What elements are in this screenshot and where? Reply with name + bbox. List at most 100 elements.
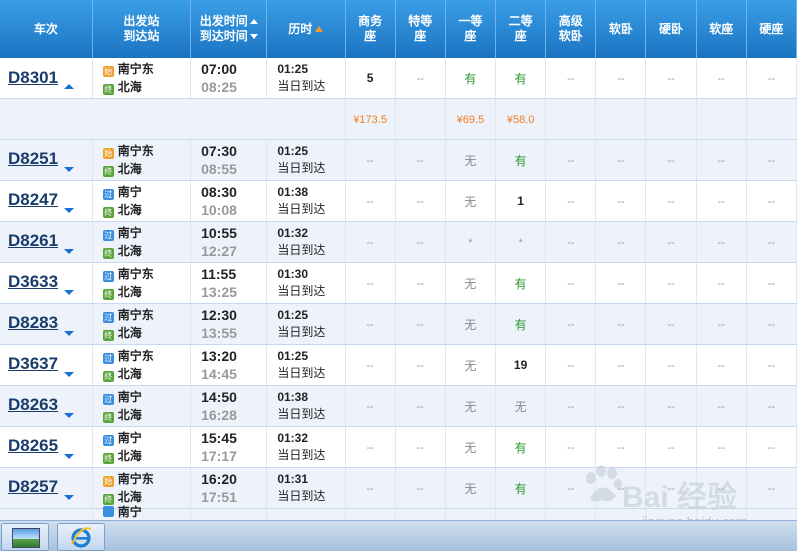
seat-availability-cell[interactable]: 有 — [495, 262, 547, 304]
seat-availability: -- — [567, 401, 575, 413]
seat-availability-cell[interactable]: 1 — [495, 180, 547, 222]
seat-availability: -- — [717, 237, 725, 249]
to-station: 终北海 — [102, 406, 190, 424]
seat-availability-cell: 无 — [445, 262, 497, 304]
header-seat-4: 高级软卧 — [545, 0, 597, 58]
table-row[interactable]: D8251 始南宁东终北海 07:30 08:55 01:25 当日到达 -- -- 无 有 -- -… — [0, 139, 797, 181]
seat-availability-cell[interactable]: 有 — [495, 139, 547, 181]
seat-availability-cell: -- — [696, 262, 747, 304]
table-row[interactable]: D8263 过南宁终北海 14:50 16:28 01:38 当日到达 -- -- 无 无 -- --… — [0, 385, 797, 427]
seat-availability: -- — [567, 73, 575, 85]
table-row[interactable]: D3633 过南宁东终北海 11:55 13:25 01:30 当日到达 -- -- 无 有 -- -… — [0, 262, 797, 304]
train-cell: D8283 — [0, 303, 93, 345]
train-number-link[interactable]: D3637 — [8, 354, 58, 373]
seat-availability-cell[interactable]: 有 — [495, 467, 547, 509]
ie-taskbar-button[interactable] — [57, 523, 105, 551]
train-cell: D8265 — [0, 426, 93, 468]
seat-availability-cell: -- — [395, 221, 446, 263]
table-row[interactable]: D8261 过南宁终北海 10:55 12:27 01:32 当日到达 -- -- * * -- --… — [0, 221, 797, 263]
seat-availability-cell: 无 — [445, 426, 497, 468]
table-row[interactable]: D8301 始南宁东终北海 07:00 08:25 01:25 当日到达 5 -- 有 有 -- --… — [0, 58, 797, 99]
seat-availability-cell: -- — [746, 467, 797, 509]
seat-availability-cell: -- — [746, 303, 797, 345]
collapse-arrow-icon[interactable] — [64, 83, 75, 89]
table-row[interactable]: D8247 过南宁终北海 08:30 10:08 01:38 当日到达 -- -- 无 1 -- --… — [0, 180, 797, 222]
seat-availability-cell[interactable]: 5 — [345, 58, 396, 99]
seat-availability: 5 — [366, 71, 374, 85]
arrival-time: 08:25 — [201, 79, 237, 95]
expand-arrow-icon[interactable] — [64, 289, 75, 295]
seat-availability: -- — [366, 237, 374, 249]
from-station: 过南宁东 — [102, 265, 190, 283]
from-station: 始南宁东 — [102, 470, 190, 488]
expand-arrow-icon[interactable] — [64, 453, 75, 459]
from-station-name: 南宁 — [117, 505, 142, 519]
from-station-name: 南宁 — [117, 185, 142, 199]
departure-time: 11:55 — [201, 266, 237, 282]
header-seat-5: 软卧 — [595, 0, 647, 58]
seat-availability: 无 — [464, 194, 477, 209]
seat-availability: -- — [366, 483, 374, 495]
seat-availability-cell: -- — [395, 262, 446, 304]
seat-availability: -- — [717, 360, 725, 372]
seat-availability-cell: * — [495, 221, 547, 263]
header-seat-label: 特等座 — [408, 14, 433, 43]
to-station: 终北海 — [102, 283, 190, 301]
table-row[interactable]: D8265 过南宁终北海 15:45 17:17 01:32 当日到达 -- -- 无 有 -- --… — [0, 426, 797, 468]
arrival-time: 14:45 — [201, 366, 237, 382]
seat-availability: -- — [667, 155, 675, 167]
expand-arrow-icon[interactable] — [64, 166, 75, 172]
seat-availability-cell: -- — [345, 344, 396, 386]
seat-availability-cell[interactable]: 有 — [445, 58, 497, 99]
seat-availability-cell: -- — [696, 180, 747, 222]
table-row[interactable]: D3637 过南宁东终北海 13:20 14:45 01:25 当日到达 -- -- 无 19 --… — [0, 344, 797, 386]
train-number-link[interactable]: D8261 — [8, 231, 58, 250]
expand-arrow-icon[interactable] — [64, 207, 75, 213]
duration-value: 01:25 — [277, 349, 309, 363]
seat-availability-cell: 无 — [445, 344, 497, 386]
to-station: 终北海 — [102, 160, 190, 178]
desktop-icon — [12, 528, 40, 548]
header-time-sort[interactable]: 出发时间 到达时间 — [190, 0, 268, 58]
seat-availability: -- — [767, 237, 776, 249]
seat-availability: 1 — [517, 194, 524, 208]
seat-availability-cell: -- — [345, 262, 396, 304]
seat-availability: -- — [717, 196, 725, 208]
table-row[interactable]: D8283 过南宁东终北海 12:30 13:55 01:25 当日到达 -- -- 无 有 -- -… — [0, 303, 797, 345]
expand-arrow-icon[interactable] — [64, 412, 75, 418]
train-number-link[interactable]: D8263 — [8, 395, 58, 414]
seat-availability: -- — [667, 319, 675, 331]
train-number-link[interactable]: D8301 — [8, 68, 58, 87]
expand-arrow-icon[interactable] — [64, 248, 75, 254]
header-duration-sort[interactable]: 历时 — [266, 0, 346, 58]
seat-availability-cell: -- — [696, 426, 747, 468]
show-desktop-button[interactable] — [1, 523, 49, 551]
arrival-time: 08:55 — [201, 161, 237, 177]
train-number-link[interactable]: D8251 — [8, 149, 58, 168]
header-seat-label: 硬卧 — [659, 21, 684, 36]
seat-availability-cell[interactable]: 有 — [495, 58, 547, 99]
expand-arrow-icon[interactable] — [64, 494, 75, 500]
from-station-name: 南宁东 — [117, 267, 154, 281]
arrival-day-note: 当日到达 — [277, 366, 326, 380]
seat-availability-cell[interactable]: 19 — [495, 344, 547, 386]
to-station: 终北海 — [102, 324, 190, 342]
train-cell: D8263 — [0, 385, 93, 427]
seat-availability: -- — [416, 196, 424, 208]
seat-availability: -- — [567, 442, 575, 454]
seat-availability: -- — [617, 360, 625, 372]
expand-arrow-icon[interactable] — [64, 330, 75, 336]
train-number-link[interactable]: D8283 — [8, 313, 58, 332]
train-number-link[interactable]: D8257 — [8, 477, 58, 496]
seat-availability-cell: -- — [545, 385, 597, 427]
seat-availability-cell[interactable]: 有 — [495, 303, 547, 345]
seat-availability: -- — [617, 483, 625, 495]
seat-availability: -- — [416, 319, 424, 331]
seat-price: ¥69.5 — [456, 114, 485, 126]
train-number-link[interactable]: D8265 — [8, 436, 58, 455]
expand-arrow-icon[interactable] — [64, 371, 75, 377]
train-number-link[interactable]: D8247 — [8, 190, 58, 209]
empty-cell — [445, 508, 497, 520]
seat-availability-cell[interactable]: 有 — [495, 426, 547, 468]
train-number-link[interactable]: D3633 — [8, 272, 58, 291]
